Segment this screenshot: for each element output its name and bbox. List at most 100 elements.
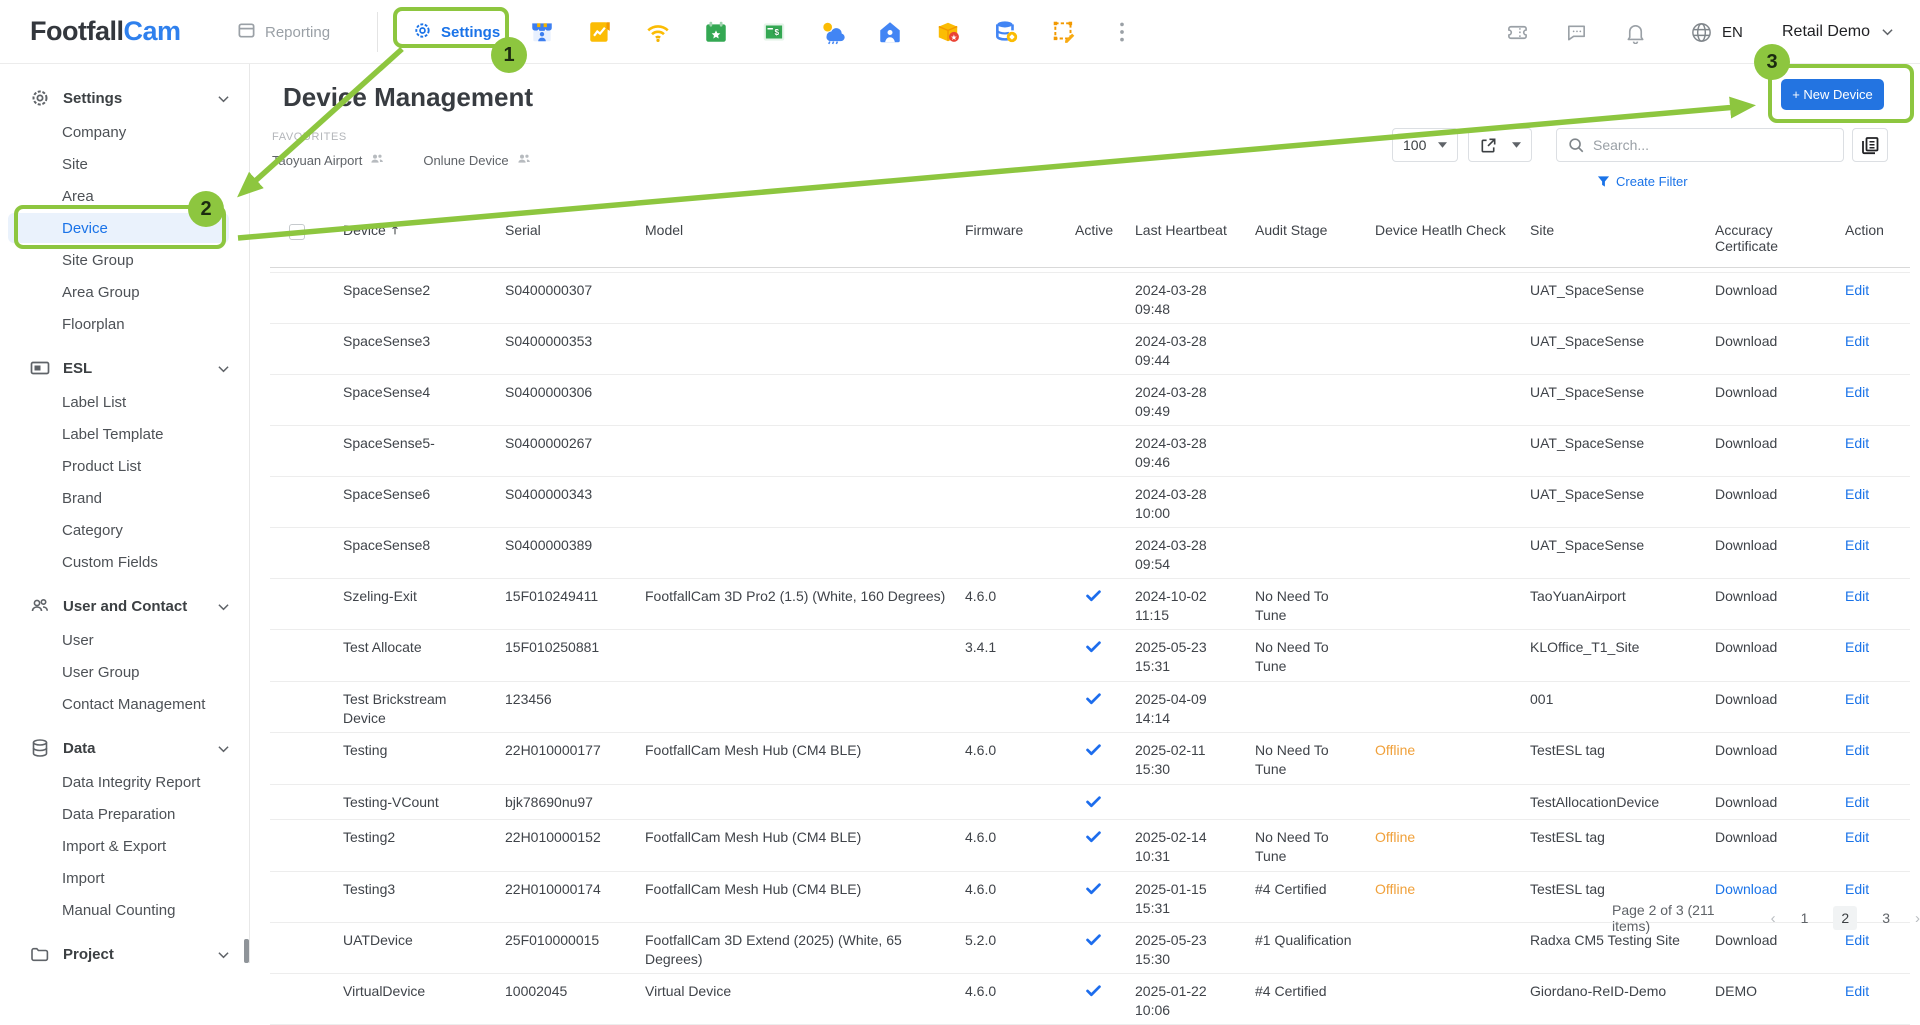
- page-number-1[interactable]: 1: [1793, 906, 1817, 930]
- billing-icon[interactable]: $: [761, 19, 787, 45]
- column-header-firmware[interactable]: Firmware: [965, 210, 1075, 267]
- sidebar-item-product-list[interactable]: Product List: [0, 450, 249, 482]
- sidebar-section-data[interactable]: Data: [0, 730, 249, 766]
- page-number-2[interactable]: 2: [1833, 906, 1857, 930]
- events-icon[interactable]: [703, 19, 729, 45]
- edit-link[interactable]: Edit: [1845, 682, 1910, 732]
- edit-link[interactable]: Edit: [1845, 528, 1910, 578]
- sidebar-section-user-and-contact[interactable]: User and Contact: [0, 588, 249, 624]
- cell-audit-stage: No Need To Tune: [1255, 630, 1375, 681]
- column-header-serial[interactable]: Serial: [505, 210, 645, 267]
- language-selector[interactable]: EN: [1690, 0, 1743, 64]
- ticket-icon[interactable]: [1506, 21, 1529, 44]
- sidebar-item-import-export[interactable]: Import & Export: [0, 830, 249, 862]
- sidebar-item-manual-counting[interactable]: Manual Counting: [0, 894, 249, 926]
- column-header-site[interactable]: Site: [1530, 210, 1715, 267]
- column-header-action[interactable]: Action: [1845, 210, 1910, 267]
- sidebar-item-site-group[interactable]: Site Group: [0, 244, 249, 276]
- edit-link[interactable]: Edit: [1845, 733, 1910, 784]
- sidebar-section-settings[interactable]: Settings: [0, 80, 249, 116]
- sidebar-item-label: Import: [62, 870, 105, 887]
- sidebar-item-user-group[interactable]: User Group: [0, 656, 249, 688]
- column-settings-button[interactable]: [1852, 128, 1888, 162]
- edit-link[interactable]: Edit: [1845, 273, 1910, 323]
- data-tag-icon[interactable]: [993, 19, 1019, 45]
- active-check-icon: [1085, 935, 1102, 951]
- export-button[interactable]: [1468, 128, 1532, 162]
- sidebar-item-site[interactable]: Site: [0, 148, 249, 180]
- sidebar-item-data-preparation[interactable]: Data Preparation: [0, 798, 249, 830]
- select-all-checkbox[interactable]: [289, 224, 305, 240]
- column-header-audit-stage[interactable]: Audit Stage: [1255, 210, 1375, 267]
- sidebar-item-data-integrity-report[interactable]: Data Integrity Report: [0, 766, 249, 798]
- sidebar-item-label: Floorplan: [62, 316, 125, 333]
- sidebar-item-brand[interactable]: Brand: [0, 482, 249, 514]
- footfallcam-logo[interactable]: FootfallCam: [30, 16, 181, 47]
- sidebar-item-area[interactable]: Area: [0, 180, 249, 212]
- edit-link[interactable]: Edit: [1845, 579, 1910, 629]
- edit-link[interactable]: Edit: [1845, 630, 1910, 681]
- sidebar-item-user[interactable]: User: [0, 624, 249, 656]
- create-filter-button[interactable]: Create Filter: [1597, 174, 1688, 189]
- nav-settings[interactable]: Settings: [413, 0, 500, 64]
- column-header-active[interactable]: Active: [1075, 210, 1135, 267]
- cell-health-check: [1375, 375, 1530, 425]
- nav-reporting[interactable]: Reporting: [237, 0, 330, 64]
- more-icon[interactable]: [1109, 19, 1135, 45]
- column-header-device[interactable]: Device: [330, 210, 505, 267]
- account-menu[interactable]: Retail Demo: [1782, 0, 1893, 64]
- product-icon[interactable]: ★: [935, 19, 961, 45]
- edit-link[interactable]: Edit: [1845, 426, 1910, 476]
- column-header-model[interactable]: Model: [645, 210, 965, 267]
- analytics-icon[interactable]: [587, 19, 613, 45]
- table-header-checkbox-cell: [270, 210, 330, 267]
- column-header-accuracy-certificate[interactable]: Accuracy Certificate: [1715, 210, 1845, 267]
- edit-link[interactable]: Edit: [1845, 785, 1910, 819]
- sidebar-item-label-template[interactable]: Label Template: [0, 418, 249, 450]
- sidebar-item-company[interactable]: Company: [0, 116, 249, 148]
- wifi-icon[interactable]: [645, 19, 671, 45]
- sidebar-item-area-group[interactable]: Area Group: [0, 276, 249, 308]
- zone-editor-icon[interactable]: [1051, 19, 1077, 45]
- sidebar-item-label: Product List: [62, 458, 141, 475]
- page-size-select[interactable]: 100: [1392, 128, 1458, 162]
- edit-link[interactable]: Edit: [1845, 324, 1910, 374]
- sidebar-item-label: Area: [62, 188, 94, 205]
- weather-icon[interactable]: [819, 19, 845, 45]
- next-page-button[interactable]: ›: [1915, 910, 1920, 927]
- smart-home-icon[interactable]: [877, 19, 903, 45]
- pagination-summary: Page 2 of 3 (211 items): [1612, 902, 1754, 934]
- sidebar-item-import[interactable]: Import: [0, 862, 249, 894]
- store-icon[interactable]: [529, 19, 555, 45]
- cell-audit-stage: [1255, 528, 1375, 578]
- sidebar-item-floorplan[interactable]: Floorplan: [0, 308, 249, 340]
- sidebar-scrollbar[interactable]: [244, 939, 249, 963]
- previous-page-button[interactable]: ‹: [1771, 910, 1776, 927]
- sidebar-item-custom-fields[interactable]: Custom Fields: [0, 546, 249, 578]
- edit-link[interactable]: Edit: [1845, 375, 1910, 425]
- sidebar-section-project[interactable]: Project: [0, 936, 249, 963]
- cell-health-check: [1375, 528, 1530, 578]
- sidebar-item-label-list[interactable]: Label List: [0, 386, 249, 418]
- notification-bell-icon[interactable]: [1624, 21, 1647, 44]
- favourite-chip-onlune-device[interactable]: Onlune Device: [423, 151, 531, 170]
- cell-serial: bjk78690nu97: [505, 785, 645, 819]
- sidebar-item-device[interactable]: Device: [0, 212, 249, 244]
- sidebar-item-category[interactable]: Category: [0, 514, 249, 546]
- cell-site: TestAllocationDevice: [1530, 785, 1715, 819]
- new-device-button[interactable]: + New Device: [1781, 79, 1884, 110]
- favourite-chip-taoyuan-airport[interactable]: Taoyuan Airport: [272, 151, 385, 170]
- edit-link[interactable]: Edit: [1845, 820, 1910, 871]
- sidebar-item-contact-management[interactable]: Contact Management: [0, 688, 249, 720]
- cell-accuracy-certificate: Download: [1715, 733, 1845, 784]
- search-input[interactable]: [1593, 137, 1833, 153]
- page-number-3[interactable]: 3: [1874, 906, 1898, 930]
- cell-health-check: [1375, 785, 1530, 819]
- edit-link[interactable]: Edit: [1845, 477, 1910, 527]
- edit-link[interactable]: Edit: [1845, 974, 1910, 1024]
- sidebar-section-esl[interactable]: ESL: [0, 350, 249, 386]
- column-header-last-heartbeat[interactable]: Last Heartbeat: [1135, 210, 1255, 267]
- column-header-device-heatlh-check[interactable]: Device Heatlh Check: [1375, 210, 1530, 267]
- nav-settings-label: Settings: [441, 24, 500, 41]
- chat-icon[interactable]: [1565, 21, 1588, 44]
